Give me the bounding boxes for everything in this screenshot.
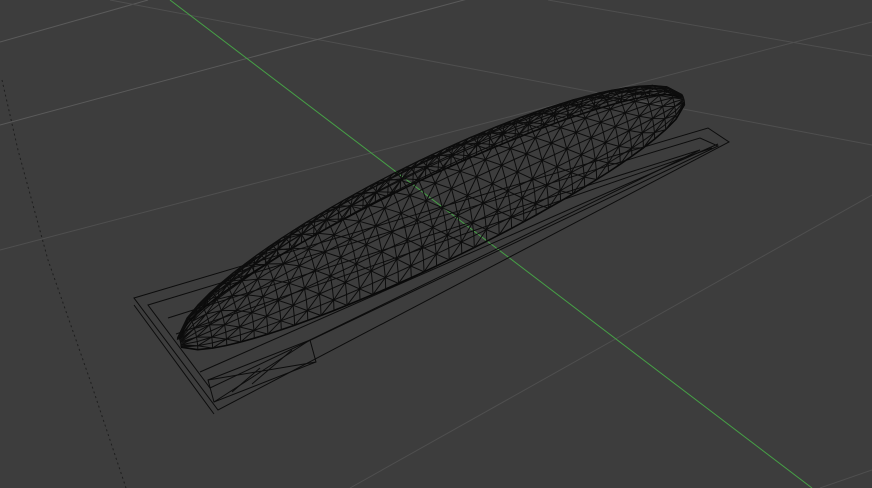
grid-line [819, 469, 872, 488]
grid-line [109, 0, 872, 146]
dome-wireframe[interactable] [176, 84, 686, 351]
grid-line [349, 194, 872, 488]
dome-diagonal [528, 107, 573, 195]
grid-line [0, 21, 872, 251]
dome-meridian [180, 102, 685, 347]
dome-ring [514, 116, 549, 209]
base-rail [199, 143, 719, 373]
dome-ring [241, 262, 269, 335]
base-panel-cross [207, 339, 317, 403]
dome-meridian [179, 93, 684, 340]
dome-ring [288, 228, 322, 316]
base-edge [133, 304, 215, 415]
dome-ring [229, 271, 255, 339]
guide-line [1, 79, 127, 488]
grid-line [0, 0, 149, 43]
dome-diagonal [502, 116, 549, 209]
base-plate-wireframe[interactable] [133, 127, 730, 415]
dome-meridian [180, 101, 685, 346]
dome-meridian [180, 98, 685, 343]
viewport-canvas[interactable] [0, 0, 872, 488]
3d-viewport[interactable] [0, 0, 872, 488]
grid-line [547, 0, 872, 57]
